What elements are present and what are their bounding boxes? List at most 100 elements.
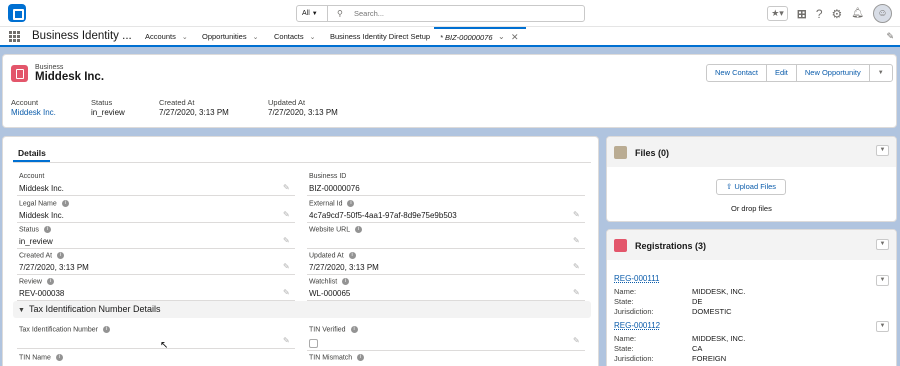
info-icon[interactable]: i [102, 326, 110, 333]
divider [307, 195, 585, 196]
edit-pencil-icon[interactable]: ✎ [573, 336, 580, 345]
nav-item-contacts[interactable]: Contacts ⌄ [274, 27, 315, 45]
field-label: Created At i [19, 252, 65, 259]
more-actions-button[interactable]: ▼ [870, 65, 892, 81]
chevron-down-icon: ▼ [311, 11, 318, 17]
field-label: Legal Name i [19, 200, 69, 207]
app-launcher-icon[interactable] [9, 31, 20, 42]
registration-link[interactable]: REG-000111 [614, 274, 660, 283]
registration-row-menu-button[interactable]: ▼ [876, 275, 889, 286]
registration-label: Name: [614, 287, 637, 296]
edit-button[interactable]: Edit [767, 65, 797, 81]
header-icons: ★▾ ⊞ ? ⚙ 🔔︎ ☺ [767, 4, 892, 23]
files-title[interactable]: Files (0) [635, 148, 669, 158]
registration-row-menu-button[interactable]: ▼ [876, 321, 889, 332]
info-icon[interactable]: i [355, 226, 363, 233]
edit-pencil-icon[interactable]: ✎ [283, 236, 290, 245]
info-icon[interactable]: i [43, 226, 51, 233]
upload-files-button[interactable]: ⇧ Upload Files [716, 179, 786, 195]
registration-label: Jurisdiction: [614, 307, 654, 316]
add-icon[interactable]: ⊞ [797, 7, 807, 21]
highlight-account-link[interactable]: Middesk Inc. [11, 108, 56, 117]
info-icon[interactable]: i [57, 252, 65, 259]
chevron-down-icon: ▼ [18, 307, 25, 314]
field-label: External Id i [309, 200, 355, 207]
watchlist-link[interactable]: WL-000065 [309, 289, 350, 298]
app-name: Business Identity ... [32, 30, 132, 42]
review-link[interactable]: REV-000038 [19, 289, 64, 298]
divider [17, 195, 295, 196]
highlight-label: Created At [159, 98, 195, 107]
drop-zone-label: Or drop files [731, 204, 772, 213]
registrations-menu-button[interactable]: ▼ [876, 239, 889, 250]
registration-link[interactable]: REG-000112 [614, 321, 660, 330]
chevron-down-icon[interactable]: ⌄ [182, 34, 188, 41]
avatar[interactable]: ☺ [873, 4, 892, 23]
registrations-title[interactable]: Registrations (3) [635, 241, 706, 251]
edit-pencil-icon[interactable]: ✎ [573, 236, 580, 245]
field-label: Watchlist i [309, 278, 350, 285]
nav-item-accounts[interactable]: Accounts ⌄ [145, 27, 188, 45]
tab-biz-record[interactable]: * BIZ-00000076 ⌄ ✕ [434, 27, 526, 45]
edit-pencil-icon[interactable]: ✎ [573, 262, 580, 271]
registration-value: DE [692, 297, 703, 306]
edit-pencil-icon[interactable]: ✎ [573, 288, 580, 297]
field-value: BIZ-00000076 [309, 184, 360, 193]
gear-icon[interactable]: ⚙ [832, 7, 843, 21]
info-icon[interactable]: i [61, 200, 69, 207]
new-contact-button[interactable]: New Contact [707, 65, 767, 81]
highlight-value: 7/27/2020, 3:13 PM [268, 108, 338, 117]
section-tin-details[interactable]: ▼ Tax Identification Number Details [13, 301, 591, 318]
divider [307, 222, 585, 223]
help-icon[interactable]: ? [816, 7, 823, 21]
field-label: TIN Mismatch i [309, 354, 365, 361]
edit-pencil-icon[interactable]: ✎ [573, 210, 580, 219]
field-label: Website URL i [309, 226, 363, 233]
registration-value: CA [692, 344, 703, 353]
search-input[interactable] [354, 8, 574, 19]
nav-item-opportunities[interactable]: Opportunities ⌄ [202, 27, 258, 45]
chevron-down-icon[interactable]: ⌄ [310, 34, 316, 41]
field-label: Business ID [309, 173, 347, 180]
highlight-label: Updated At [268, 98, 306, 107]
tab-details[interactable]: Details [18, 148, 46, 158]
info-icon[interactable]: i [342, 278, 350, 285]
edit-pencil-icon[interactable]: ✎ [283, 336, 290, 345]
tin-verified-checkbox[interactable] [309, 339, 318, 348]
close-icon[interactable]: ✕ [511, 32, 519, 43]
page-title: Middesk Inc. [35, 71, 105, 83]
edit-pencil-icon[interactable]: ✎ [283, 210, 290, 219]
account-link[interactable]: Middesk Inc. [19, 184, 64, 193]
favorites-icon[interactable]: ★▾ [767, 6, 788, 21]
divider [307, 350, 585, 351]
info-icon[interactable]: i [357, 354, 365, 361]
bell-icon[interactable]: 🔔︎ [851, 8, 864, 19]
field-label: Review i [19, 278, 54, 285]
info-icon[interactable]: i [347, 200, 355, 207]
edit-pencil-icon[interactable]: ✎ [283, 183, 290, 192]
new-opportunity-button[interactable]: New Opportunity [797, 65, 870, 81]
search-scope-select[interactable]: All ▼ [296, 5, 328, 22]
registration-value: DOMESTIC [692, 307, 732, 316]
nav-item-direct-setup[interactable]: Business Identity Direct Setup [330, 27, 430, 45]
divider [307, 274, 585, 275]
registration-value: MIDDESK, INC. [692, 334, 746, 343]
field-label: Updated At i [309, 252, 356, 259]
chevron-down-icon[interactable]: ⌄ [253, 34, 259, 41]
divider [17, 248, 295, 249]
info-icon[interactable]: i [350, 326, 358, 333]
field-value: Middesk Inc. [19, 211, 64, 220]
info-icon[interactable]: i [55, 354, 63, 361]
edit-nav-icon[interactable]: ✎ [886, 31, 894, 42]
field-value: 7/27/2020, 3:13 PM [309, 263, 379, 272]
files-icon [614, 146, 627, 159]
global-search[interactable]: ⚲ [327, 5, 585, 22]
chevron-down-icon[interactable]: ⌄ [498, 32, 505, 41]
highlight-value: 7/27/2020, 3:13 PM [159, 108, 229, 117]
field-value: in_review [19, 237, 53, 246]
edit-pencil-icon[interactable]: ✎ [283, 288, 290, 297]
info-icon[interactable]: i [348, 252, 356, 259]
edit-pencil-icon[interactable]: ✎ [283, 262, 290, 271]
files-menu-button[interactable]: ▼ [876, 145, 889, 156]
info-icon[interactable]: i [46, 278, 54, 285]
